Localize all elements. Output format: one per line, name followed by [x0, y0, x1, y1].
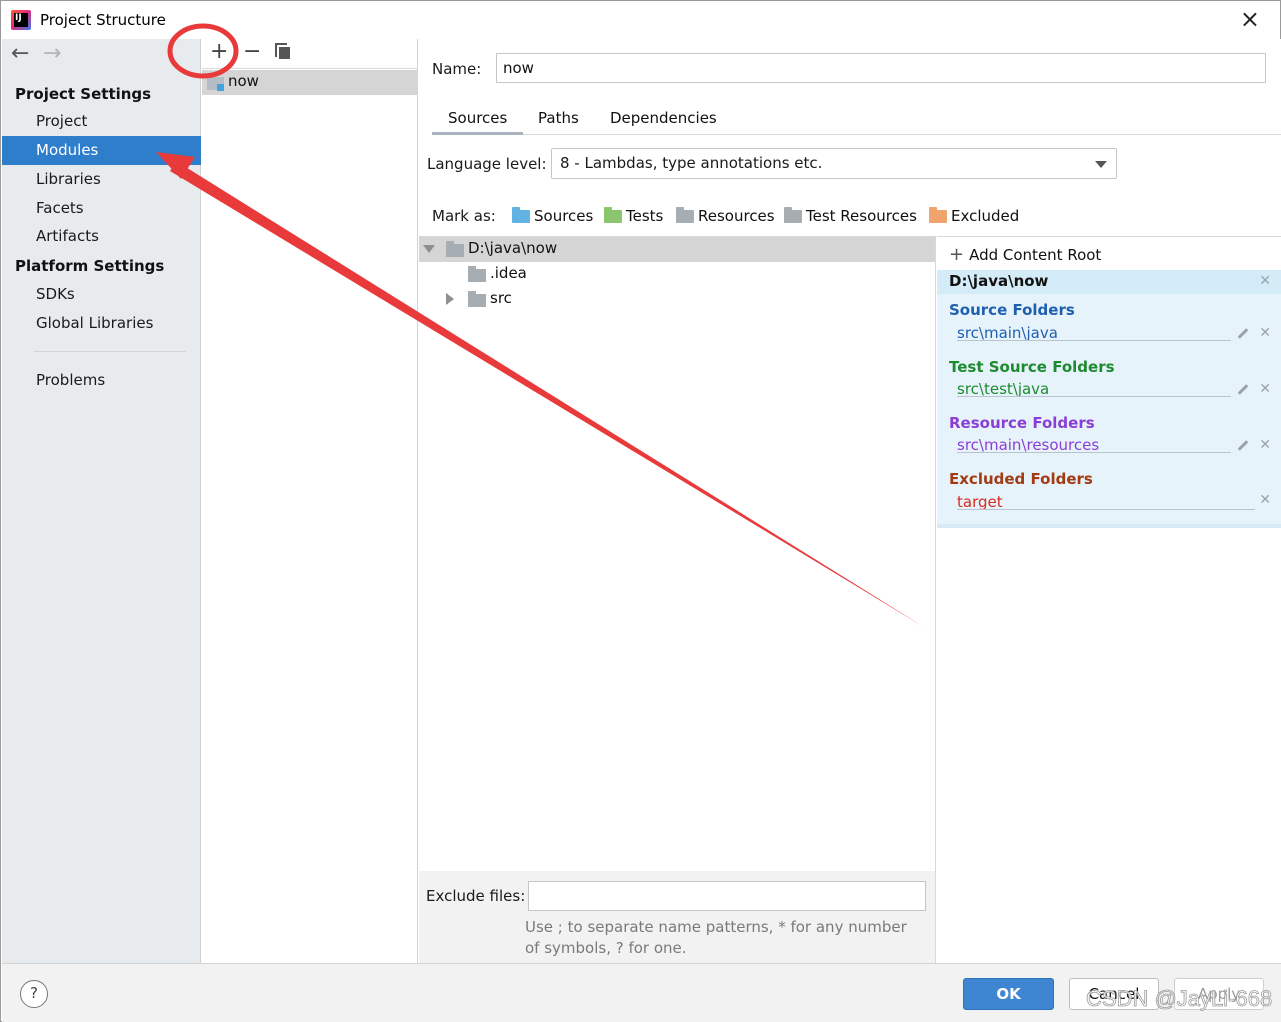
module-name-input[interactable]: now — [496, 53, 1266, 83]
remove-excluded-icon[interactable]: ✕ — [1259, 492, 1271, 508]
mark-tests-label: Tests — [626, 207, 664, 225]
close-icon[interactable]: × — [1240, 7, 1260, 31]
window-title: Project Structure — [40, 11, 166, 29]
mark-test-resources-label: Test Resources — [806, 207, 917, 225]
sidebar-item-sdks[interactable]: SDKs — [2, 280, 201, 309]
module-label: now — [228, 72, 259, 90]
exclude-files-section: Exclude files: Use ; to separate name pa… — [419, 871, 936, 963]
tree-label-src: src — [490, 289, 512, 307]
test-resources-folder-icon — [784, 207, 802, 223]
copy-module-icon[interactable] — [275, 43, 290, 59]
excluded-folder-icon — [929, 207, 947, 223]
name-label: Name: — [432, 60, 482, 78]
add-content-root-button[interactable]: + Add Content Root — [949, 244, 1101, 265]
test-source-folders-header: Test Source Folders — [949, 358, 1115, 376]
mark-excluded-button[interactable]: Excluded — [929, 207, 1019, 225]
content-root-header: D:\java\now ✕ — [937, 270, 1281, 294]
sidebar-item-artifacts[interactable]: Artifacts — [2, 222, 201, 251]
module-icon — [207, 77, 224, 91]
divider — [957, 452, 1231, 453]
divider — [957, 509, 1255, 510]
folder-icon — [468, 266, 486, 282]
sidebar-item-project[interactable]: Project — [2, 107, 201, 136]
chevron-down-icon — [1095, 161, 1107, 168]
tree-row-idea[interactable]: .idea — [419, 262, 935, 287]
edit-pencil-icon[interactable] — [1237, 440, 1249, 451]
sidebar-item-problems[interactable]: Problems — [2, 366, 201, 395]
sidebar-item-facets[interactable]: Facets — [2, 194, 201, 223]
sidebar-item-global-libraries[interactable]: Global Libraries — [2, 309, 201, 338]
language-level-value: 8 - Lambdas, type annotations etc. — [560, 154, 823, 172]
folder-icon — [446, 241, 464, 257]
remove-test-source-icon[interactable]: ✕ — [1259, 381, 1271, 397]
mark-resources-label: Resources — [698, 207, 775, 225]
project-structure-dialog: IJ Project Structure × ← → Project Setti… — [0, 0, 1281, 1022]
add-content-root-label: Add Content Root — [969, 246, 1102, 264]
edit-pencil-icon[interactable] — [1237, 384, 1249, 395]
tree-label-root: D:\java\now — [468, 239, 558, 257]
folder-icon — [468, 291, 486, 307]
settings-sidebar: ← → Project Settings Project Modules Lib… — [2, 39, 201, 963]
mark-resources-button[interactable]: Resources — [676, 207, 775, 225]
remove-root-icon[interactable]: ✕ — [1259, 273, 1271, 289]
mark-excluded-label: Excluded — [951, 207, 1020, 225]
module-tabs: Sources Paths Dependencies — [432, 101, 1281, 135]
source-folders-header: Source Folders — [949, 301, 1075, 319]
watermark: CSDN @JayLi-668 — [1086, 986, 1273, 1012]
divider — [957, 340, 1231, 341]
tab-paths[interactable]: Paths — [538, 109, 579, 127]
tests-folder-icon — [604, 207, 622, 223]
language-level-label: Language level: — [427, 155, 547, 173]
add-module-icon[interactable]: + — [210, 39, 228, 65]
tree-row-src[interactable]: src — [419, 287, 935, 312]
exclude-files-hint: Use ; to separate name patterns, * for a… — [525, 918, 907, 957]
edit-pencil-icon[interactable] — [1237, 328, 1249, 339]
resources-folder-icon — [676, 207, 694, 223]
back-arrow-icon[interactable]: ← — [11, 43, 29, 65]
sources-folder-icon — [512, 207, 530, 223]
remove-module-icon[interactable]: − — [243, 39, 261, 65]
excluded-folders-header: Excluded Folders — [949, 470, 1093, 488]
divider — [957, 396, 1231, 397]
exclude-files-label: Exclude files: — [426, 887, 526, 905]
module-list-panel: + − now — [202, 39, 418, 963]
collapsed-arrow-icon[interactable] — [446, 293, 454, 305]
module-row-now[interactable]: now — [202, 70, 418, 95]
active-tab-indicator — [432, 132, 523, 135]
language-level-dropdown[interactable]: 8 - Lambdas, type annotations etc. — [551, 148, 1117, 179]
platform-settings-header: Platform Settings — [15, 257, 165, 275]
tree-label-idea: .idea — [490, 264, 527, 282]
ok-button[interactable]: OK — [963, 978, 1054, 1010]
sidebar-item-libraries[interactable]: Libraries — [2, 165, 201, 194]
mark-sources-label: Sources — [534, 207, 594, 225]
forward-arrow-icon[interactable]: → — [43, 43, 61, 65]
module-settings-panel: Name: now Sources Paths Dependencies Lan… — [419, 39, 1281, 963]
mark-tests-button[interactable]: Tests — [604, 207, 663, 225]
project-settings-header: Project Settings — [15, 85, 152, 103]
help-icon[interactable]: ? — [20, 980, 48, 1008]
source-tree: D:\java\now .idea src — [419, 236, 936, 871]
sidebar-item-modules[interactable]: Modules — [2, 136, 201, 165]
title-bar: IJ Project Structure × — [1, 1, 1280, 39]
plus-icon: + — [949, 244, 965, 265]
remove-resource-icon[interactable]: ✕ — [1259, 437, 1271, 453]
tab-dependencies[interactable]: Dependencies — [610, 109, 717, 127]
mark-sources-button[interactable]: Sources — [512, 207, 593, 225]
exclude-files-input[interactable] — [528, 881, 926, 911]
content-root-panel: + Add Content Root D:\java\now ✕ Source F… — [937, 236, 1281, 963]
remove-source-icon[interactable]: ✕ — [1259, 325, 1271, 341]
mark-as-label: Mark as: — [432, 207, 496, 225]
content-root-box: D:\java\now ✕ Source Folders src\main\ja… — [937, 270, 1281, 528]
tree-row-root[interactable]: D:\java\now — [419, 237, 935, 262]
expanded-arrow-icon[interactable] — [423, 245, 435, 253]
resource-folders-header: Resource Folders — [949, 414, 1095, 432]
sidebar-divider — [34, 351, 186, 352]
content-root-path: D:\java\now — [949, 272, 1049, 290]
module-toolbar: + − — [202, 39, 418, 69]
mark-test-resources-button[interactable]: Test Resources — [784, 207, 917, 225]
intellij-logo-icon: IJ — [11, 10, 31, 30]
tab-sources[interactable]: Sources — [448, 109, 507, 127]
